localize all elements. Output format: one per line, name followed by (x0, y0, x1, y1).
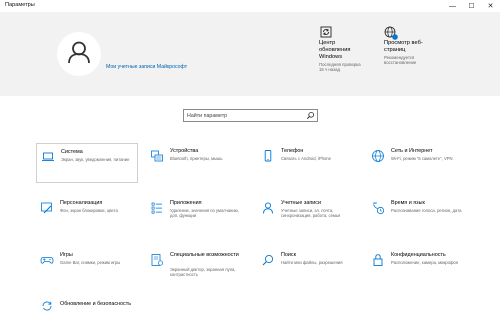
tile-devices[interactable]: Устройства Bluetooth, принтеры, мышь (146, 143, 248, 183)
keyboard-icon (151, 150, 163, 162)
tile-description: Удаление, значения по умолчанию, доп. фу… (170, 208, 239, 219)
avatar[interactable] (57, 32, 101, 76)
tile-phone[interactable]: Телефон Связать с Android, iPhone (257, 143, 359, 183)
search-icon (262, 254, 274, 266)
tile-description: Bluetooth, принтеры, мышь (170, 156, 223, 161)
web-browsing-subtitle: Рекомендуется восстановление (384, 55, 417, 66)
accessibility-icon (151, 254, 164, 266)
account-header: Мои учетные записи Майкрософт Центр обно… (0, 12, 500, 96)
tile-time-language[interactable]: Время и язык Распознавание голоса, регио… (367, 195, 469, 235)
tile-title: Игры (60, 252, 73, 258)
minimize-button[interactable]: — (443, 0, 462, 12)
windows-update-title: Центр обновления Windows (319, 40, 351, 60)
brush-icon (41, 202, 52, 214)
tile-title: Поиск (281, 252, 296, 258)
lock-icon (373, 254, 383, 266)
tile-update-security[interactable]: Обновление и безопасность (36, 296, 138, 311)
search-input[interactable] (187, 110, 302, 121)
tile-accessibility[interactable]: Специальные возможности Экранный диктор,… (146, 247, 248, 287)
tile-accounts[interactable]: Учетные записи Учетные записи, эл. почта… (257, 195, 359, 235)
tile-description: Wi-Fi, режим "в самолете", VPN (391, 156, 453, 161)
title-bar: Параметры — ☐ ✕ (0, 0, 500, 12)
tile-title: Сеть и Интернет (391, 148, 433, 154)
tile-title: Специальные возможности (170, 252, 239, 258)
tile-personalization[interactable]: Персонализация Фон, экран блокировки, цв… (36, 195, 138, 235)
tile-gaming[interactable]: Игры Game Bar, снимки, режим игры (36, 247, 138, 287)
tile-privacy[interactable]: Конфиденциальность Расположение, камера,… (367, 247, 469, 287)
time-language-icon (373, 202, 385, 215)
tile-description: Учетные записи, эл. почта, синхронизация… (281, 208, 341, 219)
search-box[interactable] (183, 109, 318, 122)
tile-apps[interactable]: Приложения Удаление, значения по умолчан… (146, 195, 248, 235)
search-icon[interactable] (306, 111, 315, 120)
tile-title: Время и язык (391, 200, 425, 206)
web-browsing-promo[interactable]: Просмотр веб-страниц Рекомендуется восст… (384, 25, 442, 66)
apps-list-icon (151, 202, 162, 214)
globe-icon (372, 150, 384, 162)
web-browsing-title: Просмотр веб-страниц (384, 40, 423, 53)
globe-icon (384, 25, 442, 40)
tile-title: Учетные записи (281, 200, 321, 206)
tile-title: Приложения (170, 200, 202, 206)
windows-update-subtitle: Последняя проверка 15 ч назад (319, 62, 361, 73)
tile-description: Экран, звук, уведомления, питание (61, 157, 130, 162)
person-icon (263, 202, 273, 214)
tile-title: Телефон (281, 148, 304, 154)
tile-description: Экранный диктор, экранная лупа, контраст… (170, 267, 236, 278)
laptop-icon (42, 152, 54, 161)
tile-description: Фон, экран блокировки, цвета (60, 208, 118, 213)
tile-title: Система (61, 149, 83, 155)
tile-description: Найти мои файлы, разрешения (281, 260, 343, 265)
tile-system[interactable]: Система Экран, звук, уведомления, питани… (36, 143, 138, 183)
maximize-button[interactable]: ☐ (462, 0, 481, 12)
tile-title: Конфиденциальность (391, 252, 446, 258)
tile-title: Персонализация (60, 200, 103, 206)
tile-search[interactable]: Поиск Найти мои файлы, разрешения (257, 247, 359, 287)
tile-network[interactable]: Сеть и Интернет Wi-Fi, режим "в самолете… (367, 143, 469, 183)
windows-update-promo[interactable]: Центр обновления Windows Последняя прове… (319, 25, 377, 73)
gamepad-icon (40, 257, 54, 264)
tile-title: Обновление и безопасность (60, 301, 132, 307)
window-controls: — ☐ ✕ (443, 0, 500, 12)
tile-description: Game Bar, снимки, режим игры (60, 260, 121, 265)
person-avatar-icon (68, 41, 90, 64)
tile-description: Связать с Android, iPhone (281, 156, 331, 161)
close-button[interactable]: ✕ (481, 0, 500, 12)
refresh-icon (319, 25, 377, 39)
microsoft-account-link[interactable]: Мои учетные записи Майкрософт (106, 64, 187, 70)
window-title: Параметры (5, 2, 35, 8)
phone-icon (264, 150, 272, 162)
tile-title: Устройства (170, 148, 199, 154)
tile-description: Расположение, камера, микрофон (391, 260, 459, 265)
tile-description: Распознавание голоса, регион, дата (391, 208, 462, 213)
